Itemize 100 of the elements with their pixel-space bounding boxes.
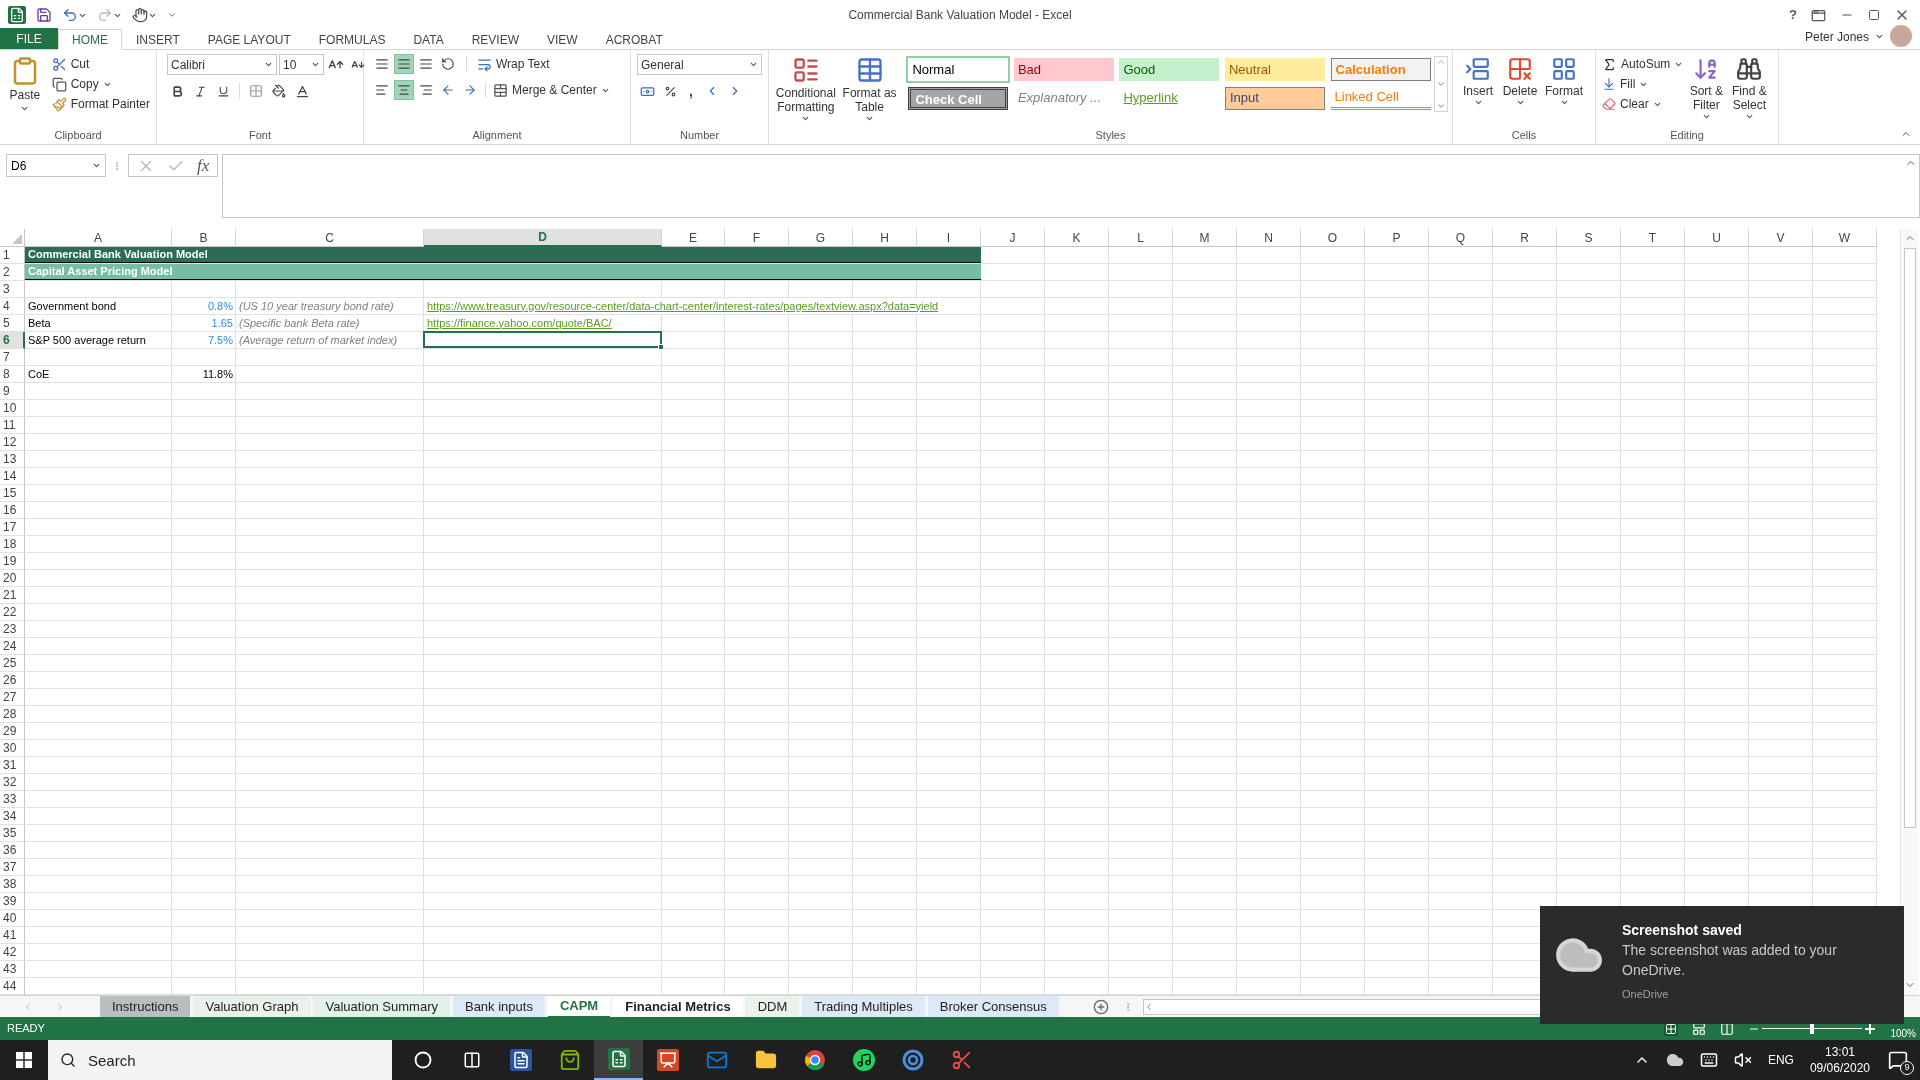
row-header[interactable]: 27 bbox=[0, 689, 25, 706]
notification-button[interactable]: 9 bbox=[1886, 1048, 1910, 1072]
zoom-level[interactable]: 100% bbox=[1890, 1028, 1916, 1039]
row-header[interactable]: 10 bbox=[0, 400, 25, 417]
cell-style[interactable]: Neutral bbox=[1225, 58, 1325, 81]
cell-style[interactable]: Input bbox=[1225, 86, 1325, 110]
row-header[interactable]: 33 bbox=[0, 791, 25, 808]
ribbon-tab[interactable]: PAGE LAYOUT bbox=[193, 29, 305, 50]
column-header[interactable]: B bbox=[172, 229, 236, 247]
zoom-thumb[interactable] bbox=[1810, 1023, 1815, 1034]
ribbon-tab[interactable]: VIEW bbox=[533, 29, 592, 50]
autosum-button[interactable]: AutoSum bbox=[1600, 54, 1686, 74]
vertical-scrollbar[interactable] bbox=[1900, 229, 1918, 995]
row-header[interactable]: 7 bbox=[0, 349, 25, 366]
row-header[interactable]: 44 bbox=[0, 978, 25, 995]
restore-icon[interactable] bbox=[1868, 9, 1880, 21]
column-header[interactable]: M bbox=[1173, 229, 1237, 247]
ribbon-display-icon[interactable] bbox=[1811, 7, 1826, 23]
column-header[interactable]: I bbox=[917, 229, 981, 247]
row-header[interactable]: 11 bbox=[0, 417, 25, 434]
page-break-icon[interactable] bbox=[1720, 1021, 1735, 1036]
add-sheet-icon[interactable] bbox=[1092, 998, 1109, 1015]
ribbon-tab[interactable]: INSERT bbox=[122, 29, 194, 50]
row-header[interactable]: 42 bbox=[0, 944, 25, 961]
clock[interactable]: 13:01 09/06/2020 bbox=[1809, 1044, 1870, 1076]
column-header[interactable]: F bbox=[725, 229, 789, 247]
find-select-button[interactable]: Find & Select bbox=[1727, 54, 1772, 126]
font-name-field[interactable]: Calibri bbox=[167, 54, 277, 75]
column-header[interactable]: E bbox=[662, 229, 725, 247]
notification-toast[interactable]: Screenshot saved The screenshot was added to your OneDrive. OneDrive bbox=[1540, 906, 1904, 1024]
row-header[interactable]: 30 bbox=[0, 740, 25, 757]
font-size-field[interactable]: 10 bbox=[279, 54, 324, 75]
cell-style[interactable]: Good bbox=[1119, 58, 1220, 81]
column-header[interactable]: R bbox=[1493, 229, 1557, 247]
column-header[interactable]: L bbox=[1109, 229, 1173, 247]
fill-handle[interactable] bbox=[658, 344, 664, 350]
undo-button[interactable] bbox=[62, 7, 87, 23]
row-header[interactable]: 14 bbox=[0, 468, 25, 485]
delete-button[interactable]: Delete bbox=[1499, 54, 1541, 126]
row-header[interactable]: 5 bbox=[0, 315, 25, 332]
horizontal-align-button[interactable] bbox=[394, 80, 414, 100]
row-header[interactable]: 17 bbox=[0, 519, 25, 536]
wrap-text-button[interactable]: Wrap Text bbox=[475, 54, 552, 74]
row-header[interactable]: 31 bbox=[0, 757, 25, 774]
cell-style[interactable]: Normal bbox=[908, 58, 1009, 81]
row-header[interactable]: 8 bbox=[0, 366, 25, 383]
ribbon-tab[interactable]: HOME bbox=[58, 29, 122, 50]
touch-mode-button[interactable] bbox=[132, 7, 157, 23]
row-header[interactable]: 1 bbox=[0, 247, 25, 264]
help-button[interactable]: ? bbox=[1789, 5, 1797, 25]
zoom-slider[interactable] bbox=[1748, 1022, 1877, 1035]
comma-style-button[interactable]: , bbox=[683, 81, 699, 101]
conditional-formatting-button[interactable]: Conditional Formatting bbox=[773, 54, 839, 126]
number-format-field[interactable]: General bbox=[637, 54, 762, 75]
row-header[interactable]: 4 bbox=[0, 298, 25, 315]
row-header[interactable]: 9 bbox=[0, 383, 25, 400]
column-header[interactable]: K bbox=[1045, 229, 1109, 247]
sheet-tab[interactable]: Instructions bbox=[100, 995, 191, 1018]
ribbon-tab[interactable]: ACROBAT bbox=[591, 29, 677, 50]
format-painter-button[interactable]: Format Painter bbox=[49, 94, 152, 114]
cloud-icon[interactable] bbox=[1665, 1051, 1684, 1069]
selected-cell[interactable] bbox=[423, 331, 662, 348]
save-button[interactable] bbox=[36, 7, 52, 23]
sheet-tab[interactable]: Valuation Graph bbox=[193, 995, 311, 1018]
search-field[interactable]: Search bbox=[48, 1040, 392, 1080]
row-header[interactable]: 16 bbox=[0, 502, 25, 519]
column-header[interactable]: W bbox=[1813, 229, 1877, 247]
column-header[interactable]: N bbox=[1237, 229, 1301, 247]
keyboard-icon[interactable] bbox=[1699, 1051, 1718, 1069]
row-header[interactable]: 15 bbox=[0, 485, 25, 502]
sheet-tab[interactable]: Trading Multiples bbox=[802, 995, 925, 1018]
language-indicator[interactable]: ENG bbox=[1767, 1051, 1794, 1069]
sheet-tab[interactable]: CAPM bbox=[547, 995, 611, 1018]
row-header[interactable]: 29 bbox=[0, 723, 25, 740]
row-header[interactable]: 2 bbox=[0, 264, 25, 281]
row-header[interactable]: 24 bbox=[0, 638, 25, 655]
cell-style[interactable]: Bad bbox=[1013, 58, 1114, 81]
row-header[interactable]: 18 bbox=[0, 536, 25, 553]
column-header[interactable]: H bbox=[853, 229, 917, 247]
insert-button[interactable]: Insert bbox=[1457, 54, 1499, 126]
column-header[interactable]: U bbox=[1685, 229, 1749, 247]
row-header[interactable]: 38 bbox=[0, 876, 25, 893]
column-header[interactable]: Q bbox=[1429, 229, 1493, 247]
row-header[interactable]: 28 bbox=[0, 706, 25, 723]
column-header[interactable]: T bbox=[1621, 229, 1685, 247]
hyperlink[interactable]: https://www.treasury.gov/resource-center/data-chart-center/interest-rates/pages/textview.aspx?data=yield bbox=[427, 298, 939, 314]
sheet-tab[interactable]: Valuation Summary bbox=[313, 995, 450, 1018]
ribbon-tab[interactable]: REVIEW bbox=[457, 29, 533, 50]
row-header[interactable]: 37 bbox=[0, 859, 25, 876]
copy-button[interactable]: Copy bbox=[49, 74, 152, 94]
column-header[interactable]: J bbox=[981, 229, 1045, 247]
row-header[interactable]: 22 bbox=[0, 604, 25, 621]
gallery-scrollbar[interactable] bbox=[1434, 56, 1448, 112]
sheet-tab[interactable]: Financial Metrics bbox=[613, 995, 743, 1018]
row-header[interactable]: 20 bbox=[0, 570, 25, 587]
vertical-align-button[interactable] bbox=[394, 54, 414, 74]
row-header[interactable]: 19 bbox=[0, 553, 25, 570]
insert-function-button[interactable]: fx bbox=[197, 152, 210, 179]
format-as-table-button[interactable]: Format as Table bbox=[838, 54, 901, 126]
column-header[interactable]: P bbox=[1365, 229, 1429, 247]
